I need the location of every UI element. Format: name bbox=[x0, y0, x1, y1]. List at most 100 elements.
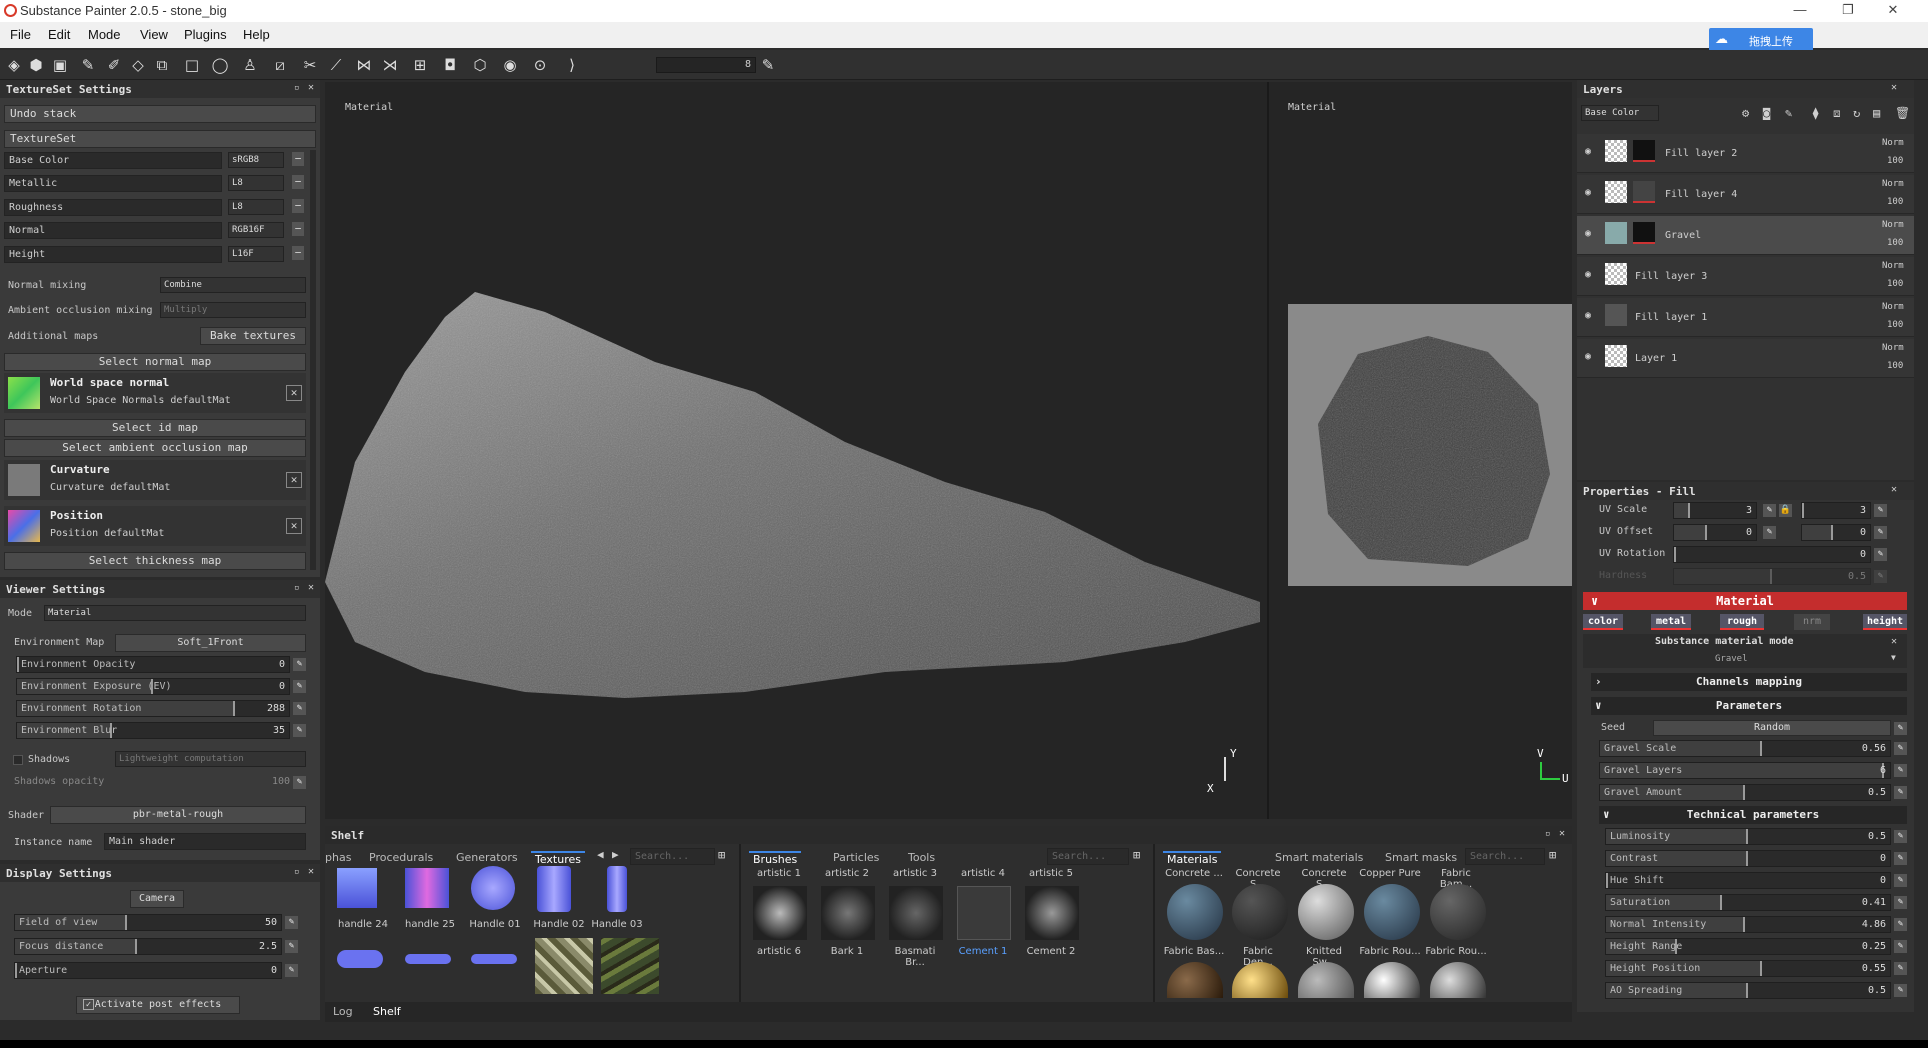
contrast-slider[interactable]: Contrast 0 bbox=[1605, 850, 1891, 867]
edit-icon[interactable]: ✎ bbox=[1894, 786, 1907, 799]
duplicate-icon[interactable]: ▤ bbox=[1873, 106, 1880, 120]
brush-thumb[interactable] bbox=[821, 886, 875, 940]
bake-textures-button[interactable]: Bake textures bbox=[200, 327, 306, 345]
edit-icon[interactable]: ✎ bbox=[293, 702, 306, 715]
seed-random-button[interactable]: Random bbox=[1653, 720, 1891, 736]
menu-view[interactable]: View bbox=[140, 27, 168, 42]
edit-icon[interactable]: ✎ bbox=[1874, 504, 1887, 517]
env-blur-slider[interactable]: Environment Blur 35 bbox=[16, 722, 290, 739]
layer-blend[interactable]: Norm bbox=[1882, 261, 1904, 271]
layer-row[interactable]: ◉ Layer 1 Norm 100 bbox=[1577, 339, 1914, 378]
material-ball[interactable] bbox=[1364, 884, 1420, 940]
material-ball[interactable] bbox=[1430, 884, 1486, 940]
texture-thumb[interactable] bbox=[537, 866, 571, 912]
brush-icon[interactable]: ✎ bbox=[78, 55, 98, 75]
normal-intensity-slider[interactable]: Normal Intensity 4.86 bbox=[1605, 916, 1891, 933]
tab-generators[interactable]: Generators bbox=[456, 851, 518, 864]
channel-height-format[interactable]: L16F bbox=[228, 246, 284, 262]
visibility-eye-icon[interactable]: ◉ bbox=[1585, 269, 1591, 280]
material-ball[interactable] bbox=[1298, 884, 1354, 940]
edit-icon[interactable]: ✎ bbox=[285, 940, 298, 953]
tab-particles[interactable]: Particles bbox=[833, 851, 879, 864]
float-icon[interactable]: ▫ bbox=[294, 83, 299, 93]
render-icon[interactable]: ⊙ bbox=[530, 55, 550, 75]
brush-thumb[interactable] bbox=[889, 886, 943, 940]
pipette-icon[interactable]: ⟋ bbox=[326, 55, 346, 75]
channels-mapping-section[interactable]: › Channels mapping bbox=[1591, 673, 1907, 691]
viewport-icon[interactable]: ⊞ bbox=[410, 55, 430, 75]
layer-row[interactable]: ◉ Fill layer 4 Norm 100 bbox=[1577, 175, 1914, 214]
layer-opacity[interactable]: 100 bbox=[1887, 320, 1903, 330]
texture-thumb[interactable] bbox=[405, 954, 451, 964]
next-icon[interactable]: ▶ bbox=[612, 848, 619, 861]
add-fill-layer-icon[interactable]: ⧫ bbox=[1812, 106, 1819, 120]
tab-textures[interactable]: Textures bbox=[531, 851, 585, 866]
layer-blend[interactable]: Norm bbox=[1882, 343, 1904, 353]
edit-icon[interactable]: ✎ bbox=[1894, 830, 1907, 843]
layer-blend[interactable]: Norm bbox=[1882, 179, 1904, 189]
brushes-search-input[interactable]: Search... bbox=[1047, 848, 1129, 865]
cube-icon[interactable]: ⬡ bbox=[470, 55, 490, 75]
tab-log[interactable]: Log bbox=[333, 1005, 353, 1018]
channel-basecolor-format[interactable]: sRGB8 bbox=[228, 152, 284, 168]
hue-shift-slider[interactable]: Hue Shift 0 bbox=[1605, 872, 1891, 889]
visibility-eye-icon[interactable]: ◉ bbox=[1585, 310, 1591, 321]
edit-icon[interactable]: ✎ bbox=[1894, 722, 1907, 735]
material-ball[interactable] bbox=[1364, 962, 1420, 998]
layer-opacity[interactable]: 100 bbox=[1887, 197, 1903, 207]
material-ball[interactable] bbox=[1232, 884, 1288, 940]
layer-blend[interactable]: Norm bbox=[1882, 138, 1904, 148]
hardness-slider[interactable]: 0.5 bbox=[1673, 568, 1871, 585]
edit-icon[interactable]: ✎ bbox=[1763, 526, 1776, 539]
screenshot-icon[interactable]: ◉ bbox=[500, 55, 520, 75]
gravel-scale-slider[interactable]: Gravel Scale 0.56 bbox=[1599, 740, 1891, 757]
viewport[interactable]: Material Material Y X V U bbox=[325, 82, 1572, 819]
normal-mixing-select[interactable]: Combine bbox=[160, 277, 306, 293]
material-ball[interactable] bbox=[1430, 962, 1486, 998]
material-ball[interactable] bbox=[1167, 884, 1223, 940]
remove-map-icon[interactable]: ✕ bbox=[286, 472, 302, 488]
layer-opacity[interactable]: 100 bbox=[1887, 238, 1903, 248]
texture-thumb[interactable] bbox=[337, 868, 377, 908]
texture-thumb[interactable] bbox=[535, 938, 593, 994]
texture-thumb[interactable] bbox=[337, 950, 383, 968]
project-icon[interactable]: ⬢ bbox=[26, 55, 46, 75]
shadows-mode-select[interactable]: Lightweight computation bbox=[115, 751, 306, 767]
panel-close-icon[interactable]: ✕ bbox=[1559, 828, 1565, 839]
edit-icon[interactable]: ✎ bbox=[293, 776, 306, 789]
texture-thumb[interactable] bbox=[471, 866, 515, 910]
texture-thumb[interactable] bbox=[601, 938, 659, 994]
texture-thumb[interactable] bbox=[405, 868, 449, 908]
parameters-section[interactable]: ∨ Parameters bbox=[1591, 697, 1907, 715]
remove-channel-icon[interactable]: − bbox=[292, 175, 304, 189]
chip-nrm[interactable]: nrm bbox=[1794, 614, 1830, 630]
channel-metallic-format[interactable]: L8 bbox=[228, 175, 284, 191]
instance-name-field[interactable]: Main shader bbox=[104, 833, 306, 850]
layer-opacity[interactable]: 100 bbox=[1887, 279, 1903, 289]
polygon-fill-icon[interactable]: □ bbox=[182, 55, 202, 75]
textureset-button[interactable]: TextureSet bbox=[4, 130, 316, 148]
edit-pen-icon[interactable]: ✎ bbox=[758, 55, 778, 75]
delete-layer-icon[interactable]: 🗑 bbox=[1895, 106, 1910, 120]
edit-icon[interactable]: ✎ bbox=[1894, 874, 1907, 887]
visibility-eye-icon[interactable]: ◉ bbox=[1585, 146, 1591, 157]
chip-height[interactable]: height bbox=[1863, 614, 1907, 630]
eraser-icon[interactable]: ◇ bbox=[128, 55, 148, 75]
upload-button[interactable]: ☁ 拖拽上传 bbox=[1709, 28, 1813, 52]
select-id-map-button[interactable]: Select id map bbox=[4, 419, 306, 437]
remove-map-icon[interactable]: ✕ bbox=[286, 518, 302, 534]
add-folder-icon[interactable]: ⧈ bbox=[1833, 106, 1841, 121]
edit-icon[interactable]: ✎ bbox=[1894, 984, 1907, 997]
material-mode-value[interactable]: Gravel bbox=[1715, 654, 1748, 664]
panel-close-icon[interactable]: ✕ bbox=[308, 82, 314, 93]
fov-slider[interactable]: Field of view 50 bbox=[14, 914, 282, 931]
clone-icon[interactable]: ♙ bbox=[240, 55, 260, 75]
edit-icon[interactable]: ✎ bbox=[1894, 852, 1907, 865]
add-mask-icon[interactable]: ◙ bbox=[1763, 106, 1770, 120]
gravel-layers-slider[interactable]: Gravel Layers 6 bbox=[1599, 762, 1891, 779]
minimize-button[interactable]: — bbox=[1777, 0, 1823, 22]
env-map-button[interactable]: Soft_1Front bbox=[115, 634, 306, 652]
edit-icon[interactable]: ✎ bbox=[1894, 764, 1907, 777]
remove-channel-icon[interactable]: − bbox=[292, 152, 304, 166]
menu-edit[interactable]: Edit bbox=[48, 27, 70, 42]
